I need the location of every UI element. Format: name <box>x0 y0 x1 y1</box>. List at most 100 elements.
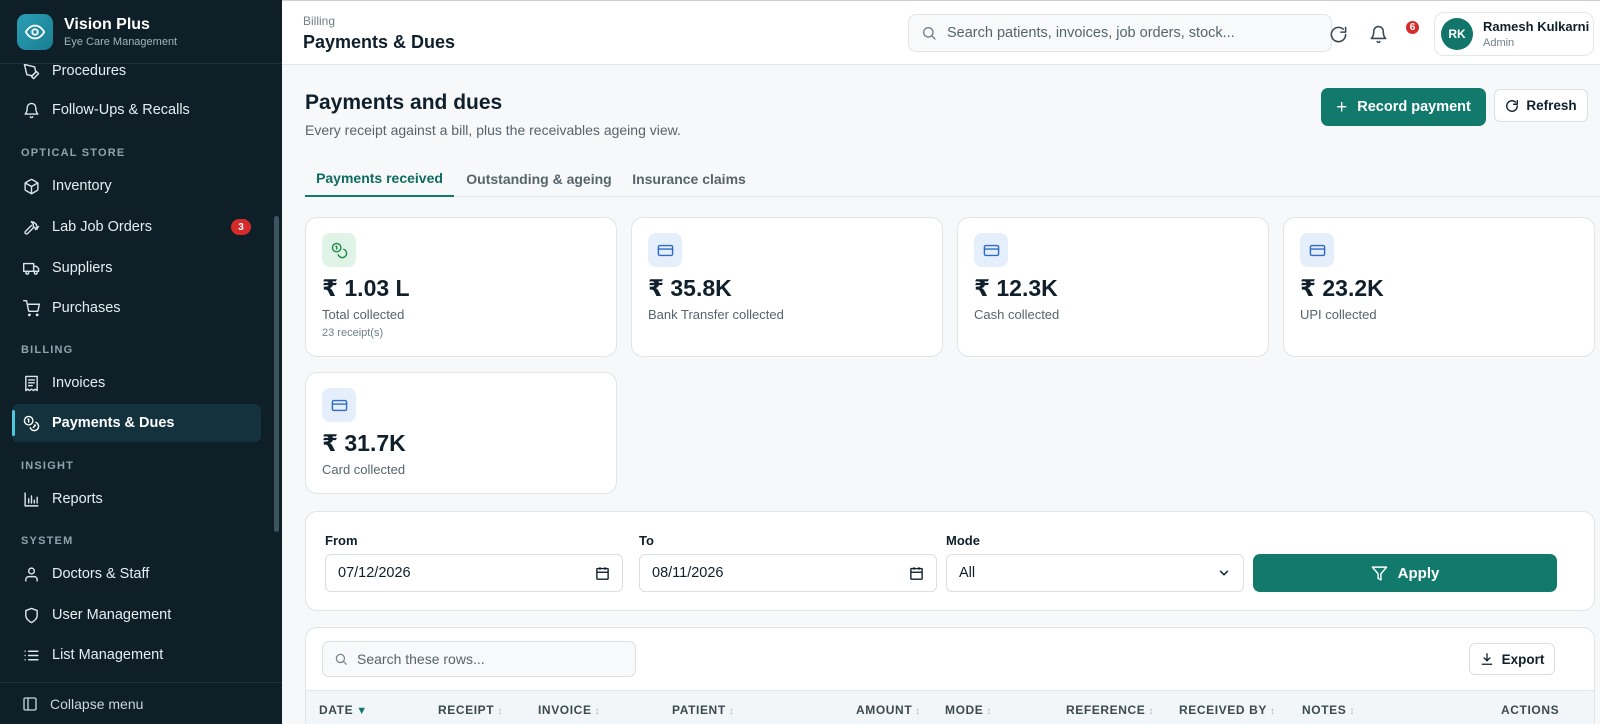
sidebar-item-reports[interactable]: Reports <box>12 480 261 518</box>
coins-icon <box>322 233 356 267</box>
table-header: DATE ▼ RECEIPT ↕ INVOICE ↕ PATIENT ↕ AMOUNT ↕… <box>306 690 1594 724</box>
stat-label: Cash collected <box>974 307 1060 322</box>
main-content: Payments and dues Every receipt against … <box>282 65 1600 724</box>
record-payment-label: Record payment <box>1357 99 1471 115</box>
to-date-input[interactable]: 08/11/2026 <box>639 554 937 592</box>
download-icon <box>1480 652 1494 666</box>
column-header-reference[interactable]: REFERENCE ↕ <box>1066 703 1154 717</box>
coins-icon <box>22 414 40 432</box>
sidebar-item-label: User Management <box>52 607 172 623</box>
sort-icon: ↕ <box>915 706 921 717</box>
column-header-amount[interactable]: AMOUNT ↕ <box>856 703 921 717</box>
pen-tool-icon <box>22 64 40 80</box>
sort-icon: ↕ <box>1269 706 1276 717</box>
breadcrumb[interactable]: Billing <box>303 14 335 28</box>
sidebar-item-inventory[interactable]: Inventory <box>12 167 261 205</box>
sidebar-item-payments-dues[interactable]: Payments & Dues <box>12 404 261 442</box>
sidebar-item-list-management[interactable]: List Management <box>12 636 261 674</box>
notifications-bell-icon[interactable] <box>1366 22 1390 46</box>
refresh-icon <box>1505 99 1519 113</box>
sidebar-item-procedures[interactable]: Procedures <box>12 64 261 90</box>
refresh-icon[interactable] <box>1326 22 1350 46</box>
plus-icon: + <box>1336 96 1348 118</box>
chevron-down-icon <box>1217 566 1231 580</box>
tab-outstanding-ageing[interactable]: Outstanding & ageing <box>461 161 617 197</box>
export-label: Export <box>1501 651 1545 667</box>
search-icon <box>921 25 937 41</box>
tab-insurance-claims[interactable]: Insurance claims <box>627 161 751 197</box>
credit-card-icon <box>1300 233 1334 267</box>
sidebar-section-billing: BILLING <box>21 344 74 356</box>
tab-payments-received[interactable]: Payments received <box>305 161 454 197</box>
stat-card-total: ₹ 1.03 L Total collected 23 receipt(s) <box>305 217 617 357</box>
sidebar-item-user-management[interactable]: User Management <box>12 596 261 634</box>
sidebar-item-label: Inventory <box>52 178 112 194</box>
collapse-menu-button[interactable]: Collapse menu <box>0 682 282 724</box>
user-menu[interactable]: RK Ramesh Kulkarni Admin <box>1434 12 1594 56</box>
calendar-icon[interactable] <box>595 566 610 581</box>
sidebar-item-label: Procedures <box>52 64 127 79</box>
refresh-button[interactable]: Refresh <box>1494 89 1588 122</box>
sidebar-section-insight: INSIGHT <box>21 460 75 472</box>
sidebar-item-purchases[interactable]: Purchases <box>12 289 261 327</box>
sidebar-item-follow-ups[interactable]: Follow-Ups & Recalls <box>12 91 261 129</box>
sidebar-item-invoices[interactable]: Invoices <box>12 364 261 402</box>
page-title: Payments and dues <box>305 91 503 114</box>
record-payment-button[interactable]: + Record payment <box>1321 88 1486 126</box>
refresh-label: Refresh <box>1526 98 1577 113</box>
from-date-input[interactable]: 07/12/2026 <box>325 554 623 592</box>
lab-orders-count-badge: 3 <box>231 219 251 235</box>
stat-value: ₹ 1.03 L <box>322 275 410 301</box>
mode-select[interactable]: All <box>946 554 1244 592</box>
avatar: RK <box>1441 18 1473 50</box>
sidebar-nav: Procedures Follow-Ups & Recalls OPTICAL … <box>0 64 282 682</box>
stat-card-card: ₹ 31.7K Card collected <box>305 372 617 494</box>
calendar-icon[interactable] <box>909 566 924 581</box>
sidebar: Vision Plus Eye Care Management Procedur… <box>0 0 282 724</box>
export-button[interactable]: Export <box>1469 643 1555 675</box>
apply-filters-button[interactable]: Apply <box>1253 554 1557 592</box>
sidebar-item-label: Payments & Dues <box>52 415 175 431</box>
global-search-input[interactable] <box>947 25 1327 41</box>
row-search-box[interactable] <box>322 641 636 677</box>
row-search-input[interactable] <box>357 651 627 667</box>
column-header-mode[interactable]: MODE ↕ <box>945 703 992 717</box>
stat-sub: 23 receipt(s) <box>322 327 384 339</box>
sort-icon: ↕ <box>497 706 503 717</box>
sidebar-item-label: Invoices <box>52 375 106 391</box>
box-icon <box>22 177 40 195</box>
column-header-invoice[interactable]: INVOICE ↕ <box>538 703 600 717</box>
stat-value: ₹ 35.8K <box>648 275 732 301</box>
eye-logo-icon <box>17 13 53 50</box>
sidebar-section-optical-store: OPTICAL STORE <box>21 147 126 159</box>
stat-label: Bank Transfer collected <box>648 307 784 322</box>
sidebar-item-label: List Management <box>52 647 164 663</box>
stat-label: Total collected <box>322 307 405 322</box>
notification-count-badge: 6 <box>1404 19 1421 36</box>
column-header-received-by[interactable]: RECEIVED BY ↕ <box>1179 703 1276 717</box>
sort-icon: ↕ <box>986 706 993 717</box>
brand[interactable]: Vision Plus Eye Care Management <box>0 0 282 64</box>
page-subtitle: Every receipt against a bill, plus the r… <box>305 122 681 138</box>
to-date-value: 08/11/2026 <box>652 565 724 581</box>
column-header-date[interactable]: DATE ▼ <box>319 703 368 717</box>
stat-card-bank-transfer: ₹ 35.8K Bank Transfer collected <box>631 217 943 357</box>
column-header-patient[interactable]: PATIENT ↕ <box>672 703 734 717</box>
cart-icon <box>22 299 40 317</box>
sidebar-scrollbar[interactable] <box>274 216 279 532</box>
user-name: Ramesh Kulkarni <box>1483 19 1590 34</box>
sort-icon: ↕ <box>1148 706 1155 717</box>
global-search-box[interactable] <box>908 14 1332 52</box>
sort-icon: ↕ <box>594 706 601 717</box>
column-header-notes[interactable]: NOTES ↕ <box>1302 703 1355 717</box>
sidebar-item-label: Reports <box>52 491 103 507</box>
bar-chart-icon <box>22 490 40 508</box>
sidebar-item-suppliers[interactable]: Suppliers <box>12 249 261 287</box>
sidebar-item-lab-job-orders[interactable]: Lab Job Orders 3 <box>12 208 261 246</box>
sidebar-item-label: Purchases <box>52 300 121 316</box>
sidebar-panel-icon <box>22 696 38 712</box>
sidebar-item-doctors-staff[interactable]: Doctors & Staff <box>12 555 261 593</box>
column-header-receipt[interactable]: RECEIPT ↕ <box>438 703 503 717</box>
credit-card-icon <box>648 233 682 267</box>
stat-card-cash: ₹ 12.3K Cash collected <box>957 217 1269 357</box>
